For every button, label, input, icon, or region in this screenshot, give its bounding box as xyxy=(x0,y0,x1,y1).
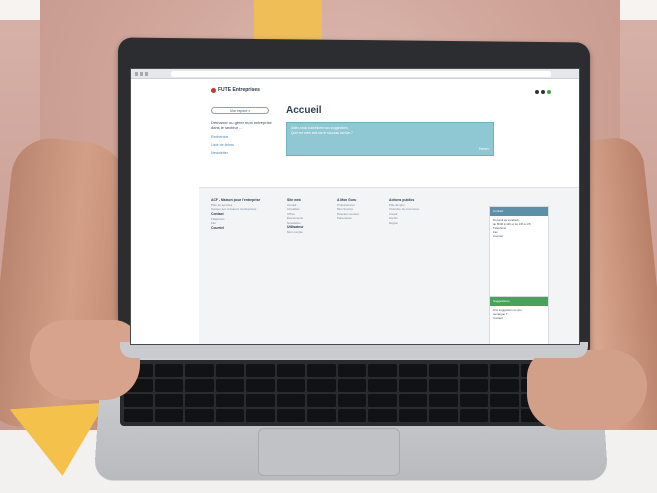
laptop-keyboard xyxy=(120,360,584,426)
suggestion-panel: Suggestions Une suggestion ou une remarq… xyxy=(489,296,549,344)
status-icon[interactable] xyxy=(547,90,551,94)
site-footer: ACF - Maison pour l'entreprise Pôle de s… xyxy=(199,187,579,344)
header-controls xyxy=(535,90,551,94)
logo-text: FUTE Entreprises xyxy=(218,87,260,93)
laptop-screen: FUTE Entreprises Mon espace ▾ Démarrer o… xyxy=(130,68,580,345)
window-controls[interactable] xyxy=(135,72,149,76)
right-hand xyxy=(527,350,647,430)
footer-column: ACF - Maison pour l'entreprise Pôle de s… xyxy=(211,198,277,231)
main-content: Accueil Aidez-nous à améliorer nos sugge… xyxy=(286,105,496,156)
site-header: FUTE Entreprises xyxy=(211,87,551,99)
footer-text: Courriel xyxy=(211,225,224,230)
menu-button[interactable]: Mon espace ▾ xyxy=(211,107,269,114)
info-alert: Aidez-nous à améliorer nos suggestions. … xyxy=(286,122,494,156)
user-icon[interactable] xyxy=(541,90,545,94)
sidebar-link[interactable]: Liste de fiches xyxy=(211,143,279,147)
site-logo[interactable]: FUTE Entreprises xyxy=(211,87,260,93)
footer-link[interactable]: Mon compte xyxy=(287,230,331,234)
panel-header: Contact xyxy=(490,207,548,216)
sidebar-link[interactable]: Recherche xyxy=(211,135,279,139)
browser-toolbar xyxy=(131,69,579,79)
alert-text[interactable]: Quel est votre avis sur le nouveau servi… xyxy=(291,131,489,136)
footer-column: A Mon Guru Professionnel Mon Service Rés… xyxy=(337,198,381,221)
footer-link[interactable]: Partenaires xyxy=(337,216,381,220)
footer-link[interactable]: Région xyxy=(389,221,433,225)
photo-scene: FUTE Entreprises Mon espace ▾ Démarrer o… xyxy=(0,0,657,493)
footer-column: Site web Accueil Actualités Offres Événe… xyxy=(287,198,331,234)
sidebar-link[interactable]: Newsletter xyxy=(211,151,279,155)
laptop-trackpad xyxy=(258,428,400,476)
address-bar[interactable] xyxy=(171,71,551,77)
panel-text[interactable]: Courriel xyxy=(493,234,545,238)
footer-column: Actions publics Pôle Emploi Chambre de c… xyxy=(389,198,433,225)
sidebar: Mon espace ▾ Démarrer ou gérer mon entre… xyxy=(211,107,279,159)
notification-icon[interactable] xyxy=(535,90,539,94)
sidebar-heading: Démarrer ou gérer mon entreprise dans le… xyxy=(211,120,272,131)
logo-icon xyxy=(211,87,216,93)
panel-text[interactable]: Contact xyxy=(493,316,545,320)
panel-header: Suggestions xyxy=(490,297,548,306)
alert-close-button[interactable]: Fermer xyxy=(479,147,489,152)
page-title: Accueil xyxy=(286,105,322,116)
left-hand xyxy=(30,320,140,400)
